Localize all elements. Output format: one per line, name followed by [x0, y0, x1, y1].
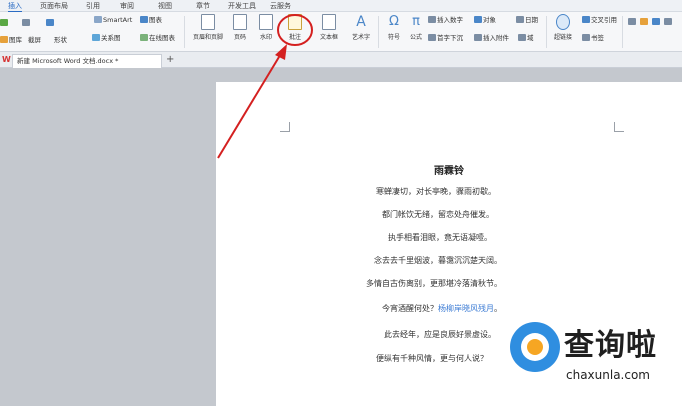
tab-references[interactable]: 引用 [86, 1, 100, 11]
window-icon[interactable] [628, 18, 637, 27]
new-tab-button[interactable]: + [166, 54, 174, 66]
ribbon-smartart-button[interactable]: SmartArt [94, 16, 132, 25]
ribbon-gallery-button[interactable]: 图库 [0, 36, 22, 45]
watermark-button[interactable]: 水印 [254, 14, 278, 41]
text-box-icon [322, 14, 336, 30]
date-button[interactable]: 日期 [516, 16, 538, 25]
poem-line: 便纵有千种风情，更与何人说？ [376, 354, 488, 363]
magnifier-logo-icon [510, 322, 560, 372]
header-footer-icon [201, 14, 215, 30]
text-box-button[interactable]: 文本框 [314, 14, 344, 41]
tab-review[interactable]: 审阅 [120, 1, 134, 11]
ribbon-chart-button[interactable]: 图表 [140, 16, 162, 25]
insert-attachment-button[interactable]: 插入附件 [474, 34, 509, 43]
wps-writer-icon: W [2, 55, 11, 64]
watermark-en-text: chaxunla.com [566, 368, 650, 382]
tab-cloud-service[interactable]: 云服务 [270, 1, 291, 11]
ribbon-separator [378, 16, 379, 48]
tab-developer-tools[interactable]: 开发工具 [228, 1, 256, 11]
watermark-icon [259, 14, 273, 30]
poem-line: 执手相看泪眼，竟无语凝噎。 [388, 233, 492, 242]
poem-line: 念去去千里烟波，暮霭沉沉楚天阔。 [374, 256, 502, 265]
poem-line-plain: 今宵酒醒何处？ [382, 304, 438, 313]
bookmark-button[interactable]: 书签 [582, 34, 604, 43]
poem-line: 多情自古伤离别，更那堪冷落清秋节。 [366, 279, 502, 288]
ribbon-shapes-button[interactable]: 形状 [54, 36, 67, 45]
poem-line: 寒蝉凄切，对长亭晚，骤雨初歇。 [376, 187, 496, 196]
poem-line-highlighted: 今宵酒醒何处？杨柳岸晓风残月。 [382, 304, 502, 313]
object-button[interactable]: 对象 [474, 16, 496, 25]
menu-bar: 插入 页面布局 引用 审阅 视图 章节 开发工具 云服务 [0, 0, 682, 13]
scissors-icon[interactable] [22, 19, 31, 28]
document-tab-bar: W 新建 Microsoft Word 文档.docx * + [0, 52, 682, 68]
ribbon-separator [546, 16, 547, 48]
site-watermark: 查询啦 chaxunla.com [508, 318, 680, 404]
tab-page-layout[interactable]: 页面布局 [40, 1, 68, 11]
page-number-button[interactable]: 页码 [228, 14, 252, 41]
omega-icon: Ω [389, 14, 399, 29]
ribbon-separator [622, 16, 623, 48]
cross-reference-button[interactable]: 交叉引用 [582, 16, 617, 25]
lock-icon[interactable] [640, 18, 649, 27]
page-number-icon [233, 14, 247, 30]
margin-corner-mark [280, 122, 290, 132]
document-tab-title: 新建 Microsoft Word 文档.docx * [17, 57, 119, 65]
symbol-button[interactable]: Ω 符号 [382, 14, 406, 41]
margin-corner-mark [614, 122, 624, 132]
globe-icon [556, 14, 570, 30]
word-art-button[interactable]: A 艺术字 [346, 14, 376, 41]
highlighted-text: 杨柳岸晓风残月 [438, 304, 494, 313]
poem-line: 都门帐饮无绪，留恋处舟催发。 [382, 210, 494, 219]
grid-icon[interactable] [652, 18, 661, 27]
comment-icon [288, 14, 302, 30]
formula-button[interactable]: π 公式 [404, 14, 428, 41]
word-art-icon: A [356, 14, 366, 30]
tab-section[interactable]: 章节 [196, 1, 210, 11]
header-footer-button[interactable]: 页眉和页脚 [188, 14, 228, 41]
document-title: 雨霖铃 [434, 166, 464, 177]
tab-view[interactable]: 视图 [158, 1, 172, 11]
comment-button[interactable]: 批注 [283, 14, 307, 41]
ribbon-separator [184, 16, 185, 48]
ribbon-relation-diagram-button[interactable]: 关系图 [92, 34, 121, 43]
drop-cap-button[interactable]: 首字下沉 [428, 34, 463, 43]
pi-icon: π [412, 14, 420, 29]
watermark-cn-text: 查询啦 [564, 328, 657, 363]
shapes-icon[interactable] [46, 19, 55, 28]
picture-icon[interactable] [0, 19, 9, 28]
document-tab[interactable]: 新建 Microsoft Word 文档.docx * [12, 54, 162, 68]
insert-number-button[interactable]: 插入数字 [428, 16, 463, 25]
ribbon-toolbar: 图库 截屏 形状 SmartArt 关系图 图表 在线图表 页眉和页脚 页码 水… [0, 12, 682, 52]
field-button[interactable]: 域 [518, 34, 534, 43]
table-icon[interactable] [664, 18, 673, 27]
hyperlink-button[interactable]: 超链接 [550, 14, 576, 41]
ribbon-online-chart-button[interactable]: 在线图表 [140, 34, 175, 43]
poem-line: 此去经年，应是良辰好景虚设。 [384, 330, 496, 339]
ribbon-screenshot-button[interactable]: 截屏 [28, 36, 41, 45]
